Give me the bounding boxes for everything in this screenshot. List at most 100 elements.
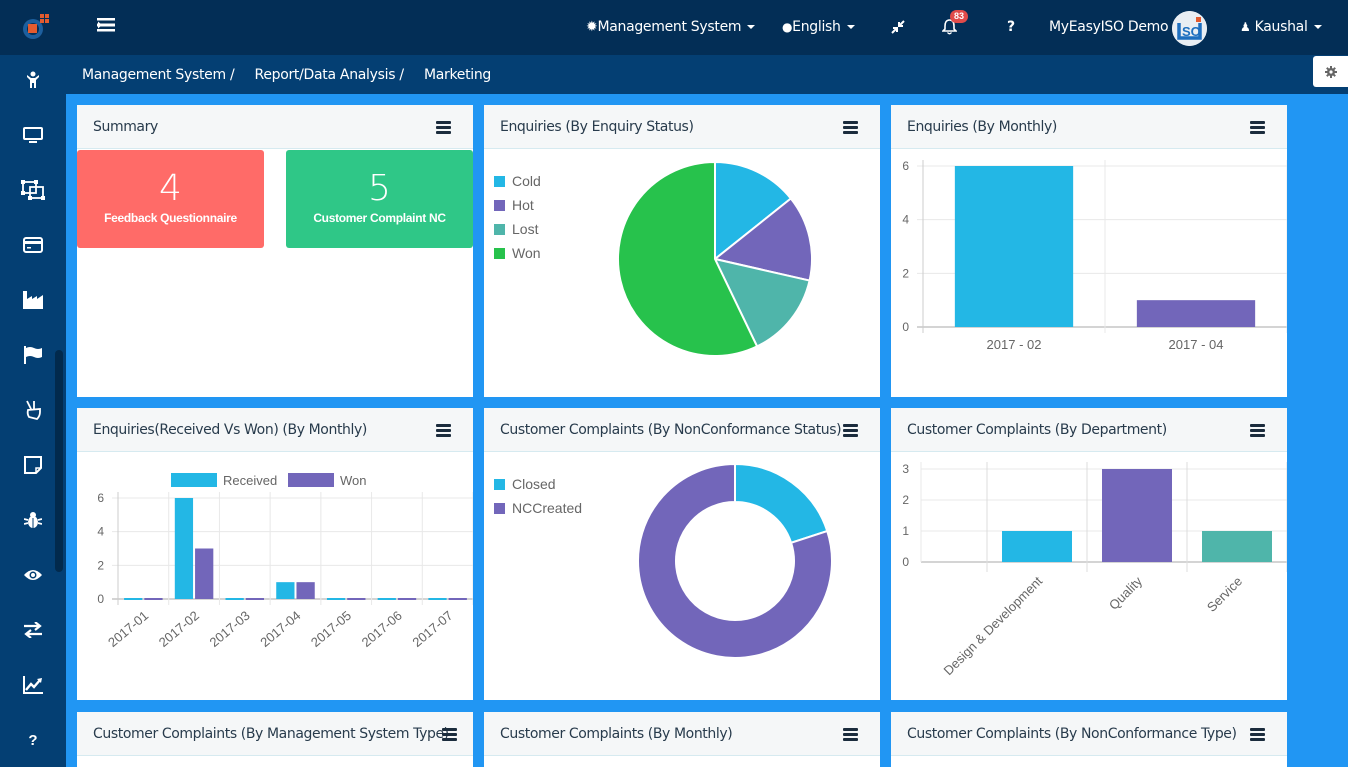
panel-title: Enquiries (By Monthly) [907,119,1057,135]
bar-received-2017-01 [124,598,143,600]
language-label: English [792,19,841,35]
legend-label-won: Won [340,473,367,488]
hamburger-menu-icon[interactable] [843,728,858,741]
x-tick-label: 2017 - 02 [987,337,1042,352]
pie-slice-closed [734,462,829,545]
hamburger-menu-icon[interactable] [843,121,858,134]
x-tick-label: 2017-03 [207,608,253,650]
eye-icon [24,570,42,580]
help-button[interactable]: ? [1007,0,1015,55]
hamburger-menu-icon[interactable] [843,424,858,437]
bar-received-2017-02 [174,498,194,599]
feedback-questionnaire-tile[interactable]: 4 Feedback Questionnaire [77,150,264,248]
bar-received-2017-06 [377,598,396,600]
summary-panel: Summary 4 Feedback Questionnaire 5 Custo… [77,105,473,397]
customer-complaint-nc-tile[interactable]: 5 Customer Complaint NC [286,150,473,248]
tile-count: 4 [159,168,182,209]
received-vs-won-panel: Enquiries(Received Vs Won) (By Monthly) … [77,408,473,700]
panel-title: Customer Complaints (By Department) [907,422,1167,438]
sidebar-item-exchange[interactable] [0,610,66,650]
x-tick-label: 2017-02 [156,608,202,650]
sidebar-scrollbar[interactable] [55,350,63,572]
y-tick-label: 6 [97,491,104,505]
user-menu-dropdown[interactable]: ♟ Kaushal [1240,0,1322,55]
caret-down-icon [846,25,855,29]
bar-design-development [1002,531,1072,562]
app-logo[interactable] [18,12,52,42]
hamburger-menu-icon[interactable] [436,121,451,134]
enquiry-monthly-panel: Enquiries (By Monthly) 0 2 4 6 2017 - 02 2017… [891,105,1287,397]
compress-icon [891,20,905,34]
panel-header: Enquiries(Received Vs Won) (By Monthly) [77,408,473,452]
bar-won-2017-07 [448,598,467,600]
bar-received-2017-07 [428,598,447,600]
caret-down-icon [747,25,756,29]
management-system-label: Management System [597,19,742,35]
breadcrumb-item: Management System / [82,67,242,83]
management-system-dropdown[interactable]: ✹Management System [586,0,756,55]
language-dropdown[interactable]: ●English [782,0,855,55]
hamburger-menu-icon[interactable] [442,728,457,741]
top-navbar: ✹Management System ●English 83 ? MyEasyI… [0,0,1348,55]
bar-service [1202,531,1272,562]
ms-type-panel: Customer Complaints (By Management Syste… [77,712,473,767]
hamburger-menu-icon[interactable] [1250,728,1265,741]
y-tick-label: 6 [902,159,909,173]
notification-count-badge: 83 [950,10,969,23]
object-group-icon [21,180,45,200]
sidebar-toggle-icon[interactable] [97,18,117,34]
sidebar-item-help[interactable]: ? [0,720,66,760]
panel-header: Customer Complaints (By NonConformance T… [891,712,1287,756]
sidebar-item-monitor[interactable] [0,115,66,155]
tile-label: Customer Complaint NC [313,211,446,225]
sidebar-item-industry[interactable] [0,280,66,320]
bar-received-2017-04 [276,582,295,599]
hamburger-menu-icon[interactable] [1250,424,1265,437]
bar-won-2017-01 [144,598,163,600]
bar-won-2017-05 [347,598,366,600]
user-icon: ♟ [1240,20,1251,34]
user-name: Kaushal [1254,19,1308,35]
help-icon: ? [1007,19,1015,35]
panel-header: Customer Complaints (By Monthly) [484,712,880,756]
sidebar-item-object-group[interactable] [0,170,66,210]
tile-label: Feedback Questionnaire [104,211,237,225]
sidebar: ? [0,55,66,767]
x-tick-label: 2017-05 [308,608,354,650]
x-tick-label: 2017-04 [257,608,303,650]
bar-won-2017-02 [195,548,214,599]
y-tick-label: 1 [902,524,909,538]
x-tick-label: Quality [1106,573,1146,613]
settings-button[interactable] [1313,56,1348,87]
sticky-note-icon [24,456,42,474]
y-tick-label: 0 [902,320,909,334]
compress-button[interactable] [891,0,905,55]
cog-icon: ✹ [586,19,598,35]
panel-title: Enquiries(Received Vs Won) (By Monthly) [93,422,367,438]
company-name: MyEasyISO Demo [1049,19,1169,35]
panel-header: Customer Complaints (By NonConformance S… [484,408,880,452]
sidebar-item-child[interactable] [0,60,66,100]
y-tick-label: 2 [97,558,104,572]
nc-type-panel: Customer Complaints (By NonConformance T… [891,712,1287,767]
notifications-button[interactable] [941,0,958,55]
sidebar-item-line-chart[interactable] [0,665,66,705]
sidebar-item-credit-card[interactable] [0,225,66,265]
panel-title: Enquiries (By Enquiry Status) [500,119,694,135]
bug-icon [24,512,42,528]
bar-quality [1102,469,1172,562]
industry-icon [23,291,43,309]
y-tick-label: 0 [902,555,909,569]
x-tick-label: 2017-07 [409,608,455,650]
hamburger-menu-icon[interactable] [1250,121,1265,134]
bar-received-2017-05 [326,598,346,600]
y-tick-label: 4 [902,213,909,227]
bar-2017-02 [954,166,1074,327]
bar-won-2017-03 [245,598,265,600]
hamburger-menu-icon[interactable] [436,424,451,437]
y-tick-label: 0 [97,592,104,606]
x-tick-label: 2017-06 [359,608,405,650]
bar-won-2017-04 [296,582,315,599]
breadcrumb-link-report-data-analysis[interactable]: Report/Data Analysis [255,67,396,83]
breadcrumb-link-management-system[interactable]: Management System [82,67,226,83]
